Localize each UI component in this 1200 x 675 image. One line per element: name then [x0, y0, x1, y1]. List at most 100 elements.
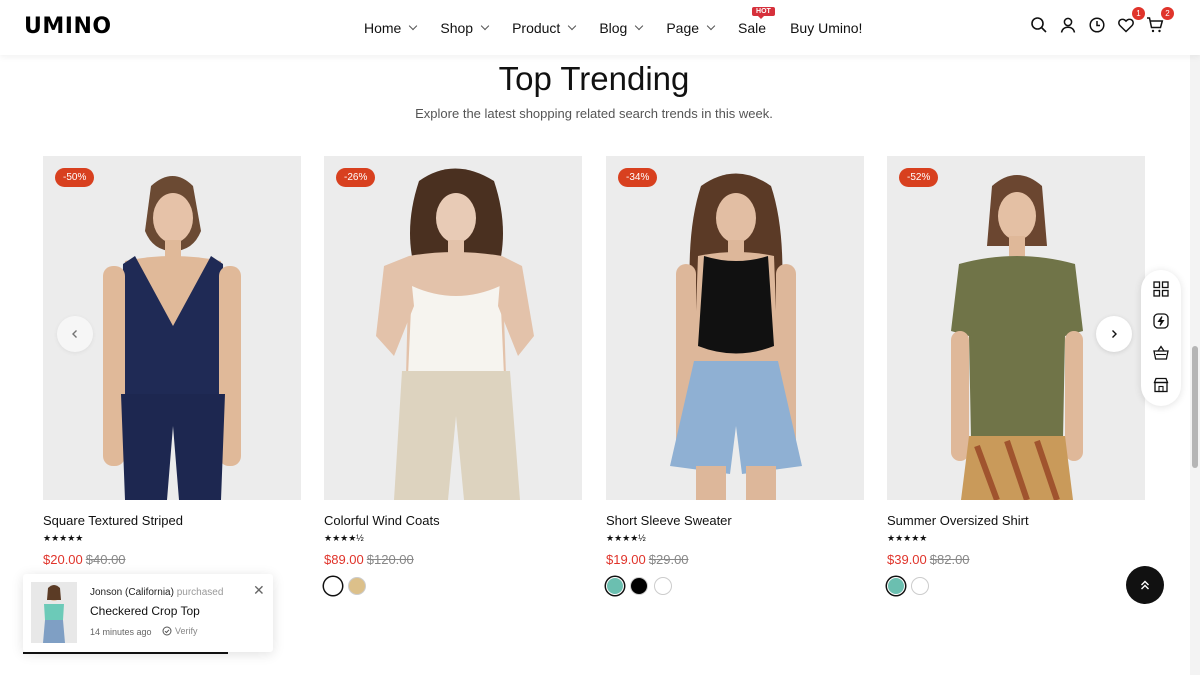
discount-badge: -52% — [899, 168, 939, 187]
discount-badge: -26% — [336, 168, 376, 187]
search-icon[interactable] — [1030, 16, 1048, 34]
close-icon[interactable]: ✕ — [253, 582, 265, 599]
product-name[interactable]: Square Textured Striped — [43, 513, 301, 528]
carousel-next-button[interactable] — [1096, 316, 1132, 352]
original-price: $40.00 — [85, 552, 126, 567]
nav-home[interactable]: Home — [364, 19, 418, 36]
chevron-left-icon — [72, 330, 77, 338]
swatch-teal[interactable] — [606, 577, 624, 595]
swatch-teal[interactable] — [887, 577, 905, 595]
product-thumbnail — [43, 585, 65, 643]
notification-progress-bar — [23, 652, 228, 654]
nav-blog[interactable]: Blog — [599, 19, 644, 36]
original-price: $82.00 — [929, 552, 970, 567]
chevron-down-icon — [635, 21, 644, 31]
section-subtitle: Explore the latest shopping related sear… — [415, 106, 773, 121]
rating-stars: ★★★★★ — [43, 533, 84, 543]
product-price: $19.00 $29.00 — [606, 552, 864, 567]
nav-blog-label: Blog — [599, 19, 628, 36]
swatch-white[interactable] — [911, 577, 929, 595]
cart-count: 2 — [1161, 7, 1174, 20]
chevron-down-icon — [568, 21, 577, 31]
rating-stars: ★★★★½ — [606, 533, 646, 543]
product-photo-white-cami — [376, 168, 534, 500]
cart-button[interactable]: 2 — [1146, 7, 1174, 34]
hot-badge: HOT — [752, 6, 775, 19]
notification-product-image[interactable] — [31, 582, 77, 643]
sale-price: $39.00 — [887, 552, 927, 567]
check-circle-icon — [162, 626, 172, 636]
store-icon[interactable] — [1152, 376, 1170, 394]
nav-product-label: Product — [512, 19, 561, 36]
product-photo-black-tank — [670, 173, 802, 500]
product-price: $89.00 $120.00 — [324, 552, 582, 567]
chevron-down-icon — [480, 21, 490, 31]
nav-page[interactable]: Page — [666, 19, 716, 36]
section-title: Top Trending — [498, 60, 690, 97]
clock-icon[interactable] — [1088, 16, 1106, 34]
purchase-notification: Jonson (California) purchased Checkered … — [23, 574, 273, 654]
product-card[interactable]: -34% Short Sleeve Sweater ★★★★½ $19.00 $2… — [606, 156, 864, 595]
heart-icon — [1118, 18, 1134, 33]
wishlist-count: 1 — [1132, 7, 1145, 20]
notification-time: 14 minutes ago — [90, 627, 152, 637]
sale-price: $20.00 — [43, 552, 83, 567]
scrollbar-thumb[interactable] — [1192, 346, 1198, 468]
original-price: $120.00 — [366, 552, 414, 567]
swatch-white[interactable] — [324, 577, 342, 595]
swatch-black[interactable] — [630, 577, 648, 595]
main-nav: Home Shop Product Blog Page HOT Sale Buy … — [364, 0, 886, 55]
sale-price: $89.00 — [324, 552, 364, 567]
nav-home-label: Home — [364, 19, 402, 36]
chevron-down-icon — [409, 21, 418, 31]
purchase-action: purchased — [176, 587, 224, 598]
color-swatches — [887, 577, 1145, 595]
logo[interactable]: UMINO — [24, 14, 112, 39]
product-image[interactable]: -34% — [606, 156, 864, 500]
wishlist-button[interactable]: 1 — [1117, 7, 1145, 34]
nav-sale-label: Sale — [738, 19, 767, 36]
buyer-name: Jonson (California) — [90, 587, 174, 598]
product-card[interactable]: -26% Colorful Wind Coats ★★★★½ $89.00 $12… — [324, 156, 582, 595]
product-image[interactable]: -26% — [324, 156, 582, 500]
double-chevron-up-icon — [1141, 580, 1149, 590]
grid-icon[interactable] — [1152, 280, 1170, 298]
nav-sale[interactable]: HOT Sale — [738, 6, 775, 36]
lightning-icon[interactable] — [1152, 312, 1170, 330]
notification-product-name[interactable]: Checkered Crop Top — [90, 604, 200, 618]
discount-badge: -50% — [55, 168, 95, 187]
carousel-prev-button[interactable] — [57, 316, 93, 352]
discount-badge: -34% — [618, 168, 658, 187]
nav-shop[interactable]: Shop — [440, 19, 490, 36]
chevron-down-icon — [706, 21, 716, 31]
product-name[interactable]: Colorful Wind Coats — [324, 513, 582, 528]
buyer-info: Jonson (California) purchased — [90, 587, 223, 598]
page-scrollbar[interactable] — [1190, 0, 1200, 675]
nav-shop-label: Shop — [440, 19, 474, 36]
rating-stars: ★★★★★ — [887, 533, 928, 543]
product-name[interactable]: Short Sleeve Sweater — [606, 513, 864, 528]
cart-icon — [1147, 17, 1164, 33]
basket-icon[interactable] — [1152, 344, 1170, 362]
header-icons: 1 2 — [1030, 7, 1174, 34]
product-name[interactable]: Summer Oversized Shirt — [887, 513, 1145, 528]
swatch-white[interactable] — [654, 577, 672, 595]
sale-price: $19.00 — [606, 552, 646, 567]
product-card[interactable]: -50% Square Textured Striped ★★★★★ $20.0… — [43, 156, 301, 567]
nav-product[interactable]: Product — [512, 19, 577, 36]
color-swatches — [324, 577, 582, 595]
swatch-beige[interactable] — [348, 577, 366, 595]
back-to-top-button[interactable] — [1126, 566, 1164, 604]
product-price: $39.00 $82.00 — [887, 552, 1145, 567]
nav-buy-umino-label: Buy Umino! — [790, 19, 863, 36]
chevron-right-icon — [1112, 330, 1117, 338]
product-price: $20.00 $40.00 — [43, 552, 301, 567]
user-icon[interactable] — [1059, 16, 1077, 34]
verify-link[interactable]: Verify — [162, 626, 198, 636]
original-price: $29.00 — [648, 552, 689, 567]
nav-page-label: Page — [666, 19, 700, 36]
product-card[interactable]: -52% Summer Oversized Shirt ★★★★★ $39.00… — [887, 156, 1145, 595]
site-header: UMINO Home Shop Product Blog Page HOT Sal… — [0, 0, 1200, 55]
verify-label: Verify — [175, 626, 198, 636]
nav-buy-umino[interactable]: Buy Umino! — [790, 20, 862, 36]
